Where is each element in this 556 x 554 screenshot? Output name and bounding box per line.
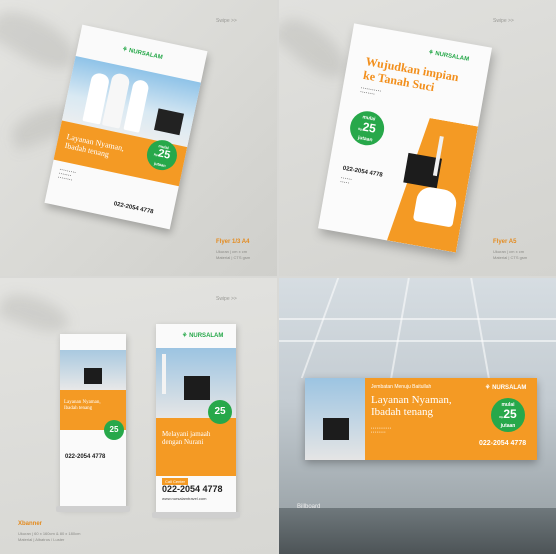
billboard: Jembatan Menuju Baitullah Layanan Nyaman… [305, 378, 537, 460]
roof-beam [300, 278, 340, 378]
swipe-hint[interactable]: Swipe >> [216, 18, 237, 24]
logo-icon: ⚘ [121, 46, 128, 54]
price-badge: mulai Rp25 jutaan [347, 108, 387, 148]
banner-stand [56, 506, 130, 512]
brand-logo: ⚘ NURSALAM [121, 46, 164, 62]
panel-billboard: Jembatan Menuju Baitullah Layanan Nyaman… [279, 278, 556, 554]
brand-logo: ⚘ NURSALAM [182, 333, 224, 339]
phone-number: 022-2054 4778 [479, 440, 527, 447]
billboard-kicker: Jembatan Menuju Baitullah [371, 384, 432, 390]
website: www.nursalamtravel.com [162, 496, 207, 501]
price-badge: 25 [104, 420, 124, 440]
banner-stand [152, 512, 240, 518]
flyer-contact: ▪ ▪ ▪ ▪ ▪ ▪ ▪ ▪ ▪ ▪ ▪ [340, 175, 352, 185]
banner-title: Layanan Nyaman, Ibadah tenang [64, 400, 101, 411]
price-badge: 25 [208, 400, 232, 424]
roll-banner-1: Layanan Nyaman, Ibadah tenang 25 022-205… [56, 334, 130, 512]
caption-sub: Ukuran | 60 x 160cm & 80 x 180cm Materia… [18, 531, 81, 542]
logo-icon: ⚘ [427, 49, 434, 57]
caption: Flyer 1/3 A4 [216, 239, 250, 245]
floor [279, 508, 556, 554]
orange-band: Melayani jamaah dengan Nurani [156, 418, 236, 476]
roof-beam [390, 278, 410, 378]
swipe-hint[interactable]: Swipe >> [493, 18, 514, 24]
panel-flyer-a4: Swipe >> ⚘ NURSALAM Layanan Nyaman, Ibad… [0, 0, 277, 276]
kaaba-photo [305, 378, 365, 460]
phone-number: 022-2054 4778 [162, 484, 223, 494]
billboard-details: ▪ ▪ ▪ ▪ ▪ ▪ ▪ ▪ ▪ ▪ ▪ ▪ ▪ ▪ ▪ ▪ ▪ ▪ ▪ [371, 426, 392, 434]
phone-number: 022-2054 4778 [113, 201, 154, 216]
swipe-hint[interactable]: Swipe >> [216, 296, 237, 302]
brand-logo: ⚘ NURSALAM [427, 49, 470, 63]
logo-icon: ⚘ [485, 385, 491, 391]
caption-sub: Ukuran | cm x cm Material | CTS gsm [493, 249, 528, 260]
logo-icon: ⚘ [182, 333, 188, 339]
phone-number: 022-2054 4778 [65, 454, 106, 460]
billboard-title: Layanan Nyaman, Ibadah tenang [371, 394, 452, 418]
leaf-shadow [0, 286, 74, 340]
roof-beam [279, 340, 556, 342]
caption: Xbanner [18, 521, 43, 527]
roof-beam [470, 278, 490, 378]
banner-title: Melayani jamaah dengan Nurani [162, 430, 211, 446]
kaaba-photo [60, 350, 126, 390]
panel-xbanner: Swipe >> Layanan Nyaman, Ibadah tenang 2… [0, 278, 277, 554]
caption: Flyer A5 [493, 239, 517, 245]
flyer-title: Layanan Nyaman, Ibadah tenang [63, 131, 126, 159]
caption-sub: Ukuran | cm x cm Material | CTS gsm [216, 249, 251, 260]
roll-banner-2: ⚘ NURSALAM Melayani jamaah dengan Nurani… [152, 324, 240, 518]
caption: Billboard [297, 504, 321, 510]
panel-flyer-a5: Swipe >> ⚘ NURSALAM Wujudkan impian ke T… [279, 0, 556, 276]
brand-logo: ⚘ NURSALAM [485, 385, 527, 391]
price-badge: mulai Rp25 jutaan [491, 398, 525, 432]
roof-beam [279, 318, 556, 320]
leaf-shadow [0, 0, 84, 80]
